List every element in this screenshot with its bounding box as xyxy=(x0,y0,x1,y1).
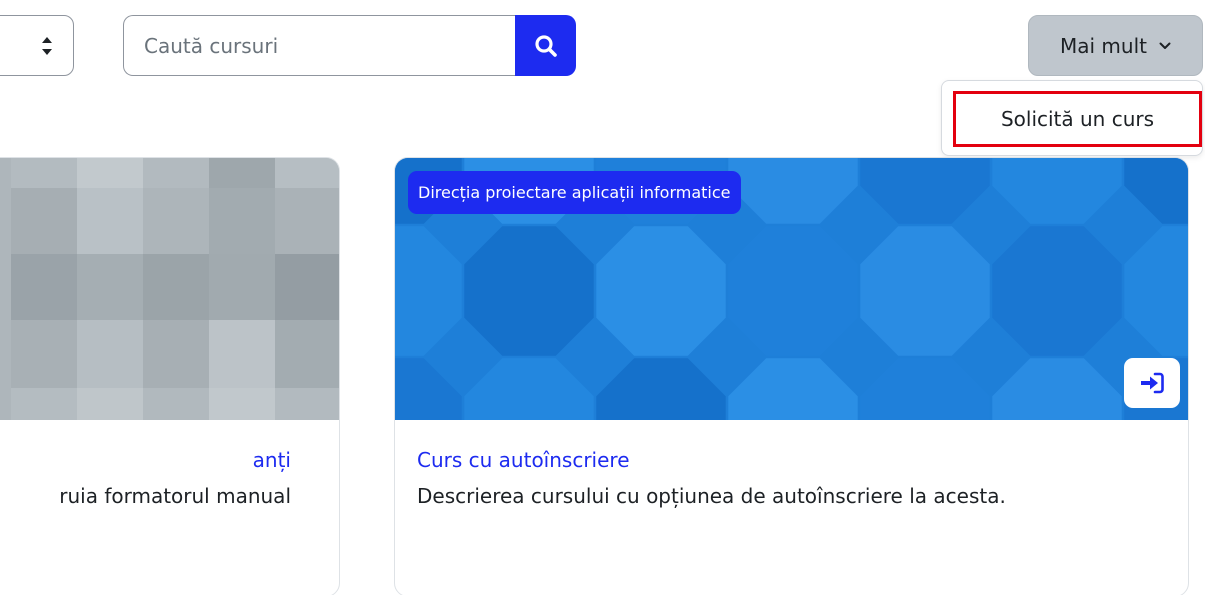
sign-in-icon xyxy=(1141,372,1164,394)
more-menu-label: Mai mult xyxy=(1060,33,1147,58)
course-image: Direcția proiectare aplicații informatic… xyxy=(395,158,1188,420)
course-description: ruia formatorul manual xyxy=(59,484,291,508)
course-card[interactable]: Direcția proiectare aplicații informatic… xyxy=(394,157,1189,595)
course-title-link[interactable]: anți xyxy=(253,448,291,472)
more-menu-dropdown: Solicită un curs xyxy=(941,80,1203,156)
request-course-menu-item[interactable]: Solicită un curs xyxy=(953,91,1202,147)
more-menu-button[interactable]: Mai mult xyxy=(1028,15,1203,76)
image-pattern-tile xyxy=(728,226,858,356)
course-category-badge: Direcția proiectare aplicații informatic… xyxy=(408,171,741,214)
select-arrows-icon xyxy=(42,37,52,55)
search-icon xyxy=(534,34,557,57)
request-course-label: Solicită un curs xyxy=(1000,107,1155,131)
self-enrol-icon[interactable] xyxy=(1124,358,1180,408)
chevron-down-icon xyxy=(1159,42,1171,49)
image-pattern-tile xyxy=(992,226,1122,356)
course-description: Descrierea cursului cu opțiunea de autoî… xyxy=(417,484,1006,508)
image-pattern-tile xyxy=(464,226,594,356)
course-search xyxy=(123,15,576,76)
sort-select[interactable] xyxy=(0,15,74,76)
search-input[interactable] xyxy=(123,15,515,76)
course-image-pattern xyxy=(0,158,339,420)
course-card[interactable]: anți ruia formatorul manual xyxy=(0,157,340,595)
course-title-link[interactable]: Curs cu autoînscriere xyxy=(417,448,630,472)
image-pattern-tile xyxy=(596,226,726,356)
image-pattern-tile xyxy=(860,226,990,356)
course-image xyxy=(0,158,339,420)
search-button[interactable] xyxy=(515,15,576,76)
